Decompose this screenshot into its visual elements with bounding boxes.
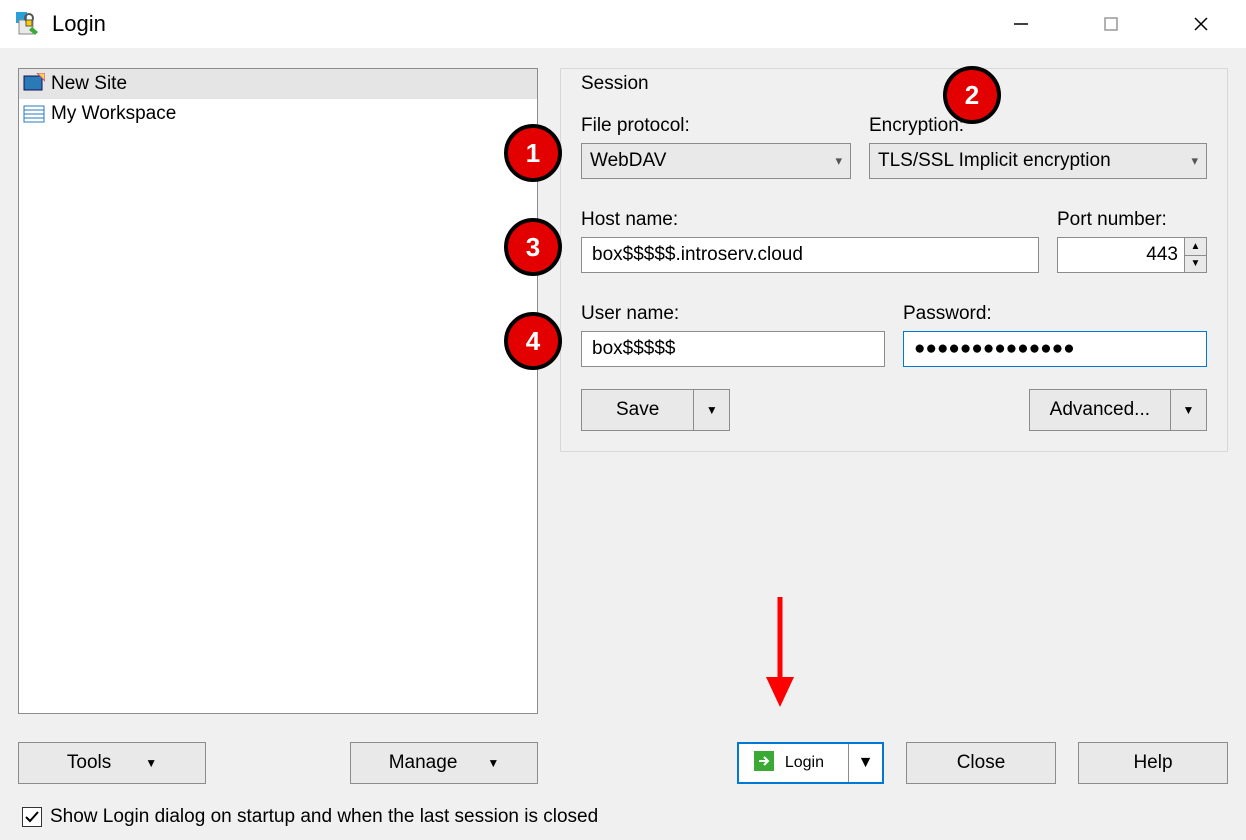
close-window-button[interactable] [1156, 0, 1246, 48]
annotation-badge-1: 1 [504, 124, 562, 182]
session-legend: Session [575, 73, 655, 95]
port-number-label: Port number: [1057, 209, 1207, 231]
checkbox-icon [22, 807, 42, 827]
advanced-button[interactable]: Advanced... ▼ [1029, 389, 1207, 431]
login-button[interactable]: Login ▼ [737, 742, 884, 784]
site-item-label: My Workspace [51, 103, 176, 125]
login-icon [753, 750, 775, 777]
annotation-badge-2: 2 [943, 66, 1001, 124]
file-protocol-label: File protocol: [581, 115, 851, 137]
manage-button-label: Manage [389, 752, 458, 774]
caret-down-icon: ▼ [858, 754, 874, 772]
maximize-button[interactable] [1066, 0, 1156, 48]
encryption-label: Encryption: [869, 115, 1207, 137]
host-name-field[interactable] [590, 243, 1030, 267]
encryption-dropdown[interactable]: TLS/SSL Implicit encryption ▾ [869, 143, 1207, 179]
tools-button-label: Tools [67, 752, 111, 774]
user-name-label: User name: [581, 303, 885, 325]
password-field[interactable] [912, 337, 1198, 361]
site-item-label: New Site [51, 73, 127, 95]
tools-button[interactable]: Tools ▼ [18, 742, 206, 784]
show-login-dialog-label: Show Login dialog on startup and when th… [50, 806, 598, 828]
password-input[interactable] [903, 331, 1207, 367]
caret-down-icon: ▼ [145, 756, 157, 770]
login-button-label: Login [785, 754, 824, 772]
site-item-my-workspace[interactable]: My Workspace [19, 99, 537, 129]
file-protocol-dropdown[interactable]: WebDAV ▾ [581, 143, 851, 179]
host-name-label: Host name: [581, 209, 1039, 231]
show-login-dialog-checkbox[interactable]: Show Login dialog on startup and when th… [22, 806, 598, 828]
chevron-down-icon: ▾ [835, 153, 842, 169]
close-button[interactable]: Close [906, 742, 1056, 784]
workspace-icon [23, 103, 45, 125]
save-button[interactable]: Save ▼ [581, 389, 730, 431]
caret-down-icon: ▼ [487, 756, 499, 770]
user-name-field[interactable] [590, 337, 876, 361]
password-label: Password: [903, 303, 1207, 325]
file-protocol-value: WebDAV [590, 150, 666, 172]
close-button-label: Close [957, 752, 1006, 774]
port-spinner[interactable]: ▲ ▼ [1184, 238, 1206, 272]
window-title: Login [52, 11, 106, 37]
spinner-down-icon[interactable]: ▼ [1185, 256, 1206, 273]
login-button-dropdown[interactable]: ▼ [848, 744, 882, 782]
titlebar: Login [0, 0, 1246, 48]
session-fieldset: Session File protocol: WebDAV ▾ Encrypti… [560, 68, 1228, 452]
chevron-down-icon: ▾ [1191, 153, 1198, 169]
help-button[interactable]: Help [1078, 742, 1228, 784]
app-icon [14, 10, 42, 38]
caret-down-icon: ▼ [1183, 403, 1195, 417]
port-number-value: 443 [1066, 244, 1184, 266]
new-site-icon [23, 73, 45, 95]
bottom-toolbar: Tools ▼ Manage ▼ Login ▼ Close [18, 742, 1228, 784]
site-item-new-site[interactable]: New Site [19, 69, 537, 99]
annotation-arrow-icon [760, 592, 800, 712]
advanced-button-dropdown[interactable]: ▼ [1170, 390, 1206, 430]
client-area: 1 2 3 4 New Site My Workspace [0, 48, 1246, 840]
encryption-value: TLS/SSL Implicit encryption [878, 150, 1111, 172]
annotation-badge-3: 3 [504, 218, 562, 276]
manage-button[interactable]: Manage ▼ [350, 742, 538, 784]
annotation-badge-4: 4 [504, 312, 562, 370]
caret-down-icon: ▼ [706, 403, 718, 417]
port-number-input[interactable]: 443 ▲ ▼ [1057, 237, 1207, 273]
spinner-up-icon[interactable]: ▲ [1185, 238, 1206, 256]
save-button-label: Save [582, 390, 693, 430]
minimize-button[interactable] [976, 0, 1066, 48]
user-name-input[interactable] [581, 331, 885, 367]
save-button-dropdown[interactable]: ▼ [693, 390, 729, 430]
host-name-input[interactable] [581, 237, 1039, 273]
help-button-label: Help [1133, 752, 1172, 774]
window-controls [976, 0, 1246, 48]
sites-list[interactable]: New Site My Workspace [18, 68, 538, 714]
advanced-button-label: Advanced... [1030, 390, 1170, 430]
